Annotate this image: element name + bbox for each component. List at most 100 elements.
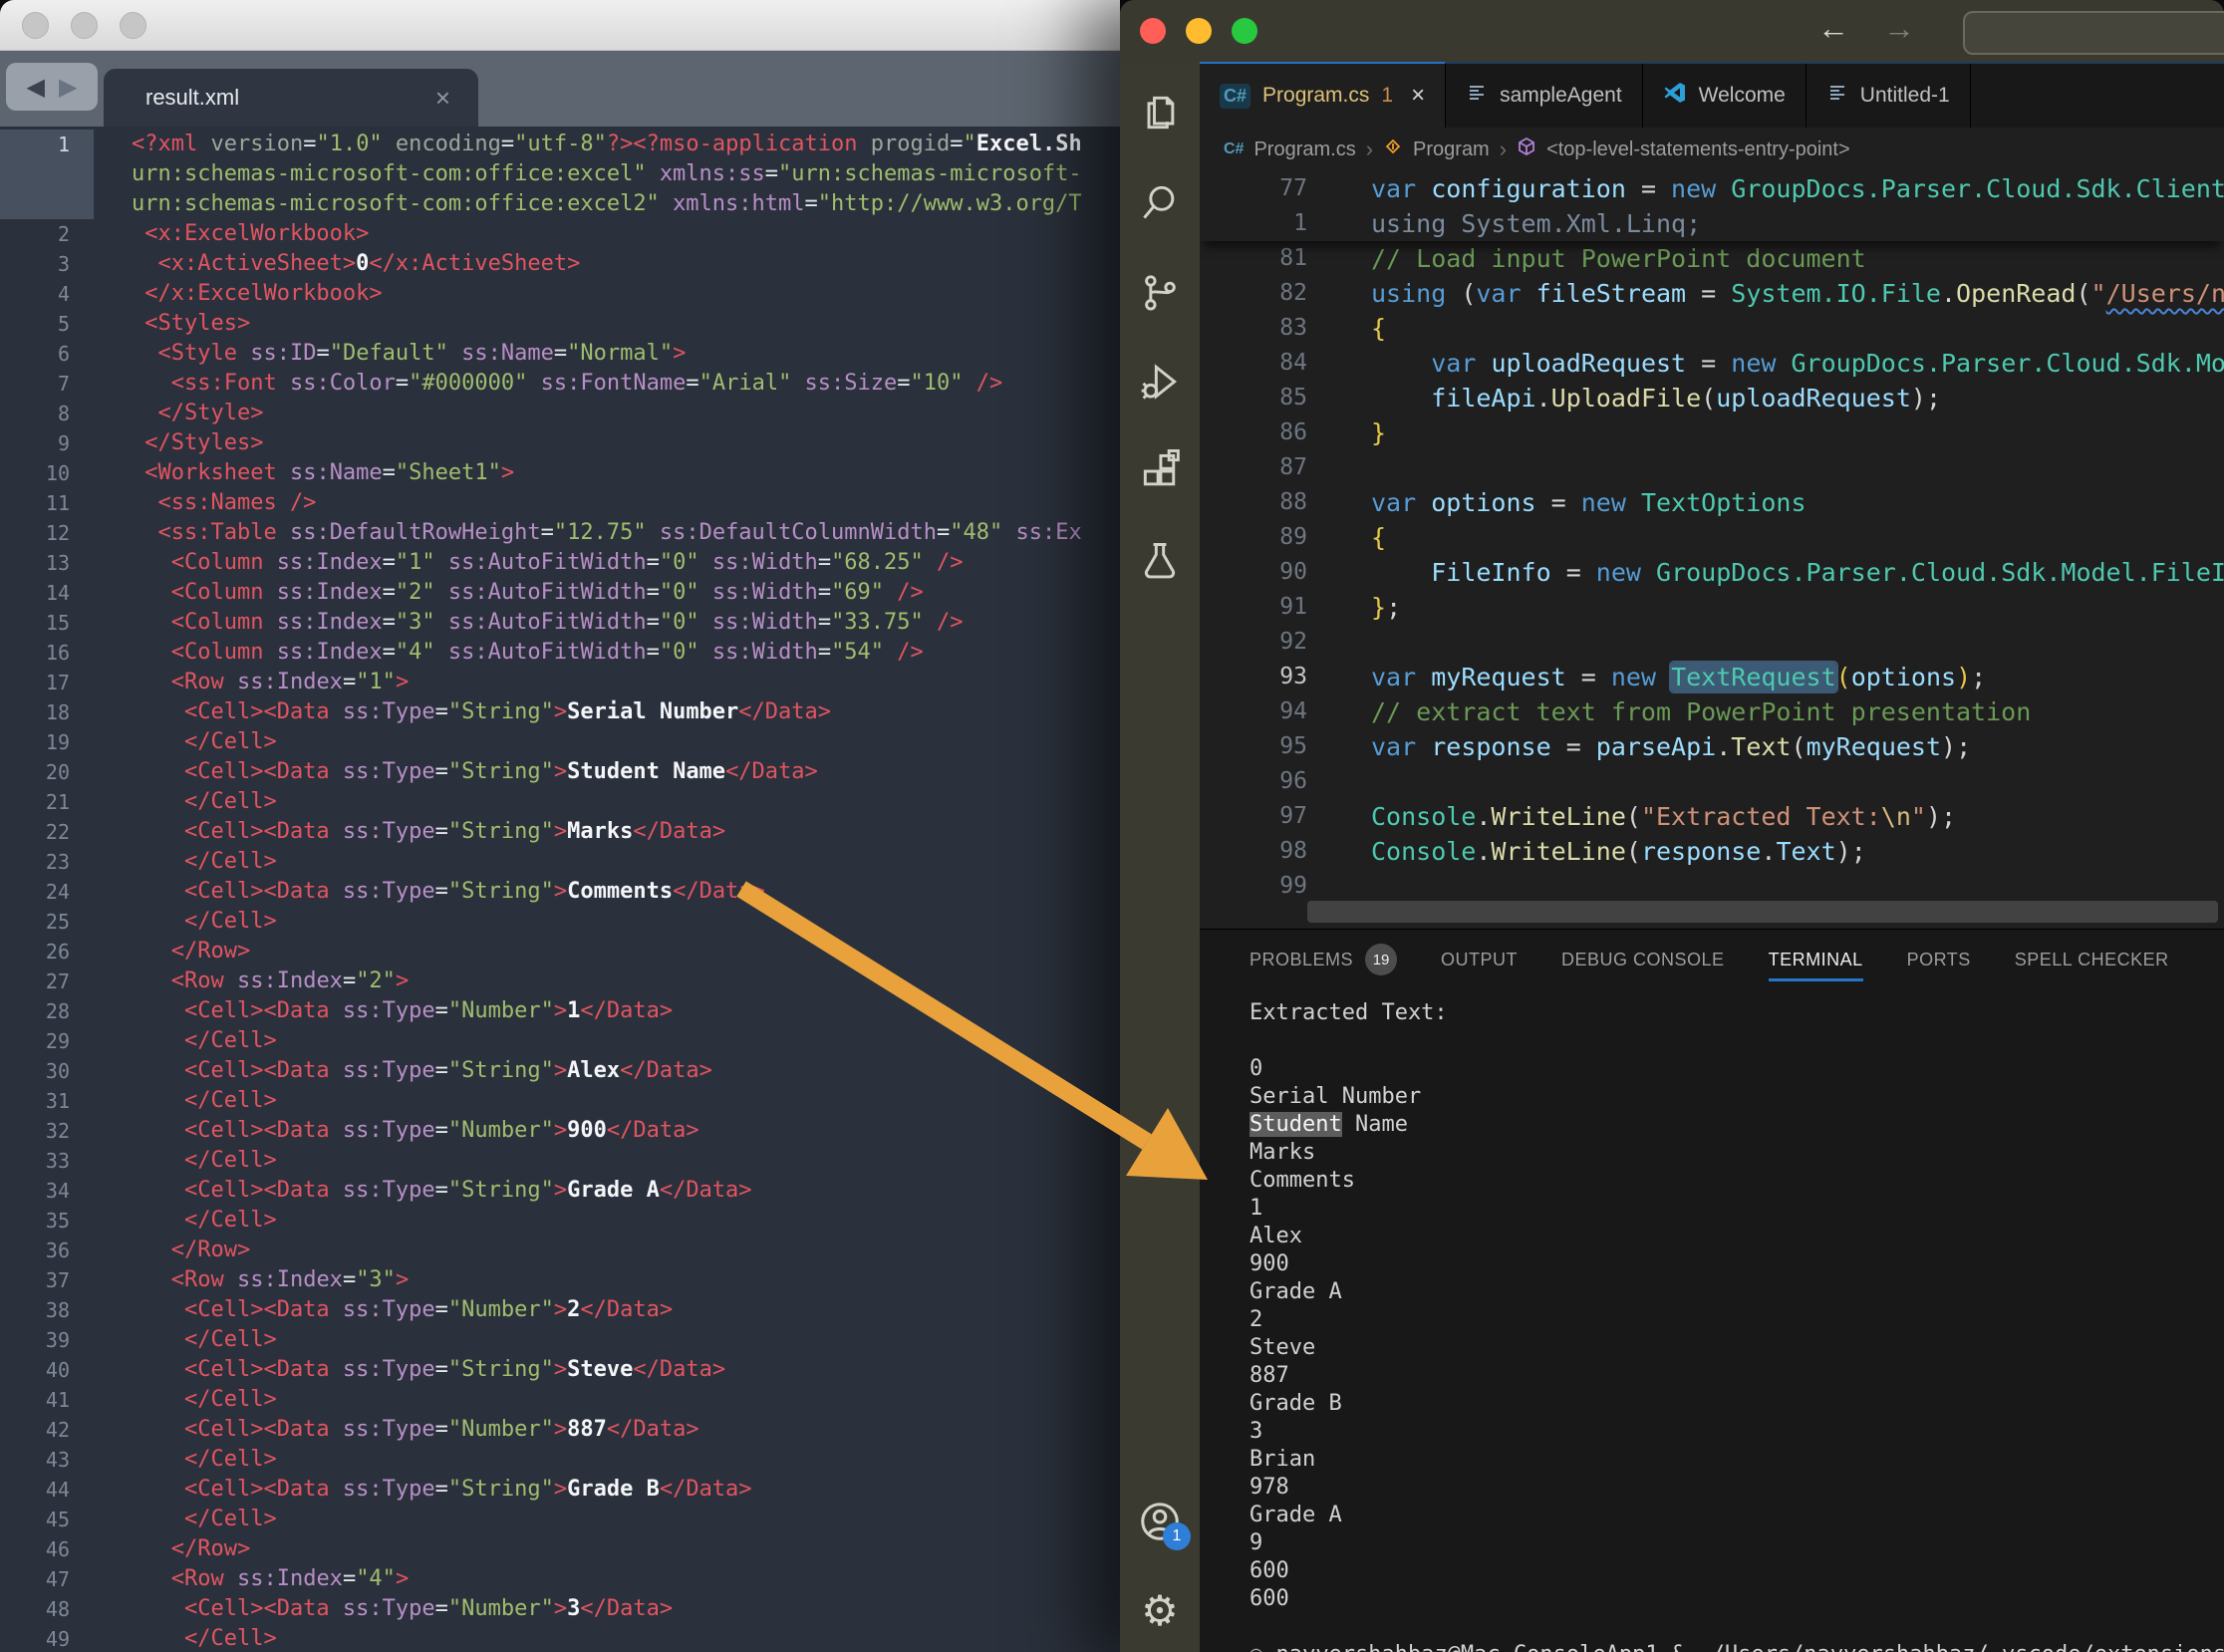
terminal-line: 2 [1250, 1306, 2224, 1334]
code-row: 13 <Column ss:Index="1" ss:AutoFitWidth=… [0, 548, 1120, 578]
traffic-light-minimize-icon[interactable] [1186, 18, 1212, 44]
code-row: 99 [1200, 869, 2224, 904]
code-row: 36 </Row> [0, 1236, 1120, 1265]
tab-output[interactable]: OUTPUT [1441, 930, 1518, 989]
terminal-line: Student Name [1250, 1111, 2224, 1139]
terminal-line: 3 [1250, 1418, 2224, 1446]
testing-icon[interactable] [1137, 538, 1183, 584]
code-row: 86} [1200, 415, 2224, 450]
tab-label: sampleAgent [1500, 84, 1622, 108]
code-row: 3 <x:ActiveSheet>0</x:ActiveSheet> [0, 249, 1120, 279]
bottom-panel: PROBLEMS 19 OUTPUT DEBUG CONSOLE TERMINA… [1200, 929, 2224, 1652]
close-icon[interactable]: × [435, 83, 450, 114]
left-tab-bar: ◀ ▶ result.xml × [0, 51, 1120, 127]
terminal-line: Alex [1250, 1223, 2224, 1250]
csharp-file-icon: C# [1224, 140, 1244, 158]
terminal-line: 1 [1250, 1195, 2224, 1223]
code-row: 1<?xml version="1.0" encoding="utf-8"?><… [0, 130, 1120, 159]
problems-count-badge: 19 [1365, 944, 1397, 975]
tab-result-xml[interactable]: result.xml × [104, 69, 478, 127]
code-row: 2 <x:ExcelWorkbook> [0, 219, 1120, 249]
code-row: 34 <Cell><Data ss:Type="String">Grade A<… [0, 1176, 1120, 1206]
code-row: 89{ [1200, 520, 2224, 555]
run-debug-icon[interactable] [1137, 359, 1183, 405]
code-row: 10 <Worksheet ss:Name="Sheet1"> [0, 458, 1120, 488]
accounts-icon[interactable]: 1 [1137, 1499, 1183, 1544]
chevron-right-icon: › [1500, 137, 1507, 162]
tab-untitled-1[interactable]: Untitled-1 [1807, 64, 1971, 128]
symbol-icon [1517, 137, 1536, 162]
tab-label: Welcome [1699, 84, 1786, 108]
explorer-icon[interactable] [1137, 90, 1183, 136]
terminal-output[interactable]: Extracted Text:0Serial NumberStudent Nam… [1200, 989, 2224, 1652]
search-icon[interactable] [1137, 179, 1183, 225]
terminal-line: Steve [1250, 1334, 2224, 1362]
code-row: 98Console.WriteLine(response.Text); [1200, 834, 2224, 869]
traffic-light-zoom-icon[interactable] [1232, 18, 1257, 44]
list-file-icon [1826, 82, 1848, 110]
breadcrumb-file[interactable]: Program.cs [1253, 138, 1355, 161]
tab-welcome[interactable]: Welcome [1643, 64, 1807, 128]
code-row: 30 <Cell><Data ss:Type="String">Alex</Da… [0, 1056, 1120, 1086]
code-row: 23 </Cell> [0, 847, 1120, 877]
tab-problems[interactable]: PROBLEMS 19 [1250, 930, 1397, 989]
tab-history-nav[interactable]: ◀ ▶ [6, 63, 98, 111]
traffic-light-close-icon[interactable] [22, 12, 49, 39]
code-row: 8 </Style> [0, 399, 1120, 428]
code-row: 93var myRequest = new TextRequest(option… [1200, 660, 2224, 694]
tab-sampleagent[interactable]: sampleAgent [1446, 64, 1643, 128]
code-row: 94// extract text from PowerPoint presen… [1200, 694, 2224, 729]
back-arrow-icon[interactable]: ← [1817, 10, 1849, 47]
code-row: 40 <Cell><Data ss:Type="String">Steve</D… [0, 1355, 1120, 1385]
code-row: 87 [1200, 450, 2224, 485]
code-row: 33 </Cell> [0, 1146, 1120, 1176]
code-row: 38 <Cell><Data ss:Type="Number">2</Data> [0, 1295, 1120, 1325]
code-row: 31 </Cell> [0, 1086, 1120, 1116]
code-row: 96 [1200, 764, 2224, 799]
tab-label: result.xml [145, 85, 435, 111]
left-editor-window: ◀ ▶ result.xml × 1<?xml version="1.0" en… [0, 0, 1120, 1652]
breadcrumb-scope[interactable]: Program [1413, 138, 1490, 161]
prev-tab-icon[interactable]: ◀ [27, 73, 45, 102]
traffic-light-close-icon[interactable] [1140, 18, 1166, 44]
traffic-light-minimize-icon[interactable] [71, 12, 98, 39]
tab-ports[interactable]: PORTS [1907, 930, 1971, 989]
tab-spell-checker[interactable]: SPELL CHECKER [2015, 930, 2169, 989]
extensions-icon[interactable] [1137, 448, 1183, 494]
terminal-line: ○ nayyershahbaz@Mac ConsoleApp1 & /Users… [1250, 1641, 2224, 1652]
code-row: 26 </Row> [0, 937, 1120, 966]
tab-label: Untitled-1 [1860, 84, 1950, 108]
settings-gear-icon[interactable]: ⚙ [1137, 1588, 1183, 1634]
horizontal-scrollbar[interactable] [1307, 901, 2218, 923]
code-row: 14 <Column ss:Index="2" ss:AutoFitWidth=… [0, 578, 1120, 608]
code-row: 41 </Cell> [0, 1385, 1120, 1415]
code-row: 85 fileApi.UploadFile(uploadRequest); [1200, 381, 2224, 415]
close-icon[interactable]: × [1411, 82, 1425, 110]
forward-arrow-icon[interactable]: → [1883, 10, 1915, 47]
code-row: 77var configuration = new GroupDocs.Pars… [1200, 171, 2224, 206]
terminal-line: 0 [1250, 1055, 2224, 1083]
command-center-search[interactable] [1963, 11, 2224, 55]
breadcrumb-symbol[interactable]: <top-level-statements-entry-point> [1546, 138, 1850, 161]
code-row: 47 <Row ss:Index="4"> [0, 1564, 1120, 1594]
activity-bar: 1 ⚙ [1120, 62, 1200, 1652]
source-control-icon[interactable] [1137, 269, 1183, 315]
code-editor[interactable]: 77var configuration = new GroupDocs.Pars… [1200, 171, 2224, 929]
code-row: 43 </Cell> [0, 1445, 1120, 1475]
code-row: 42 <Cell><Data ss:Type="Number">887</Dat… [0, 1415, 1120, 1445]
code-row: 4 </x:ExcelWorkbook> [0, 279, 1120, 309]
xml-editor[interactable]: 1<?xml version="1.0" encoding="utf-8"?><… [0, 126, 1120, 1652]
desktop: ◀ ▶ result.xml × 1<?xml version="1.0" en… [0, 0, 2224, 1652]
code-row: 45 </Cell> [0, 1505, 1120, 1534]
tab-terminal[interactable]: TERMINAL [1769, 930, 1863, 989]
next-tab-icon[interactable]: ▶ [59, 73, 77, 102]
code-row: 27 <Row ss:Index="2"> [0, 966, 1120, 996]
code-row: 19 </Cell> [0, 727, 1120, 757]
code-row: 17 <Row ss:Index="1"> [0, 668, 1120, 697]
left-window-titlebar [0, 0, 1120, 51]
panel-tab-bar: PROBLEMS 19 OUTPUT DEBUG CONSOLE TERMINA… [1200, 930, 2224, 989]
code-row: 28 <Cell><Data ss:Type="Number">1</Data> [0, 996, 1120, 1026]
traffic-light-zoom-icon[interactable] [120, 12, 146, 39]
tab-debug-console[interactable]: DEBUG CONSOLE [1561, 930, 1725, 989]
tab-program-cs[interactable]: C# Program.cs 1 × [1200, 62, 1446, 128]
